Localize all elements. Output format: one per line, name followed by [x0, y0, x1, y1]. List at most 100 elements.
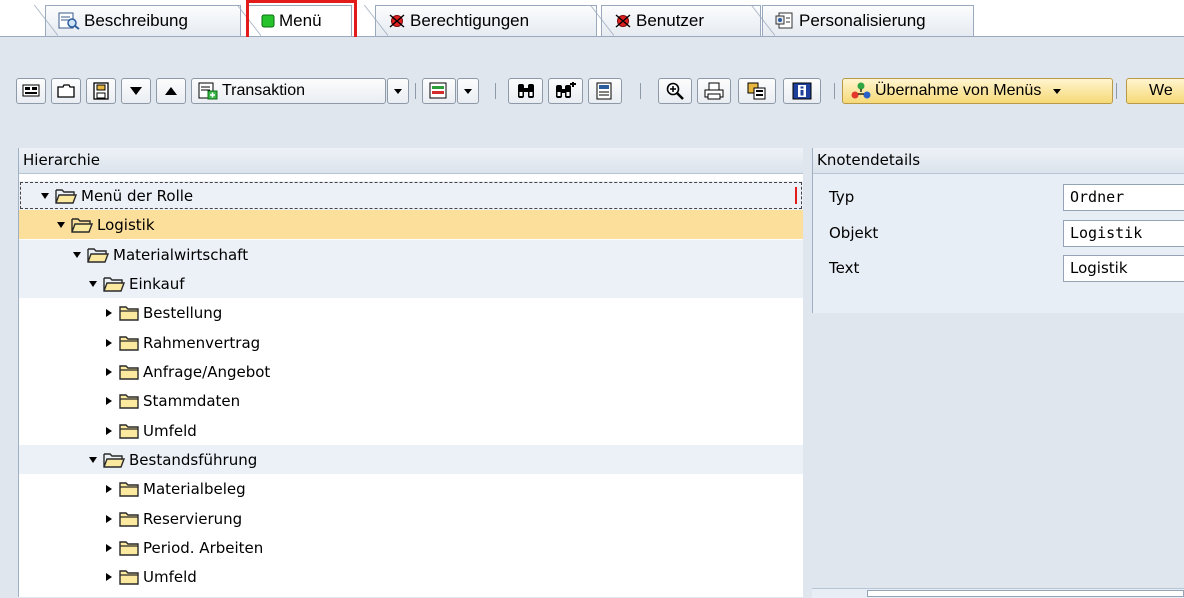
toolbar-separator [834, 83, 835, 99]
tree-node-label: Bestandsführung [129, 450, 258, 469]
new-folder-button[interactable] [51, 78, 81, 104]
folder-icon [119, 423, 139, 439]
text-field[interactable]: Logistik [1063, 255, 1184, 282]
description-icon [58, 12, 80, 30]
tree-node-label: Umfeld [143, 567, 197, 586]
tree-node[interactable]: Umfeld [19, 562, 803, 591]
tree-node-label: Stammdaten [143, 391, 241, 410]
tree-node[interactable]: Bestandsführung [19, 445, 803, 474]
expand-triangle-down-icon[interactable] [85, 280, 101, 287]
zoom-icon [665, 82, 685, 100]
expand-triangle-down-icon[interactable] [53, 221, 69, 228]
tree-node[interactable]: Rahmenvertrag [19, 328, 803, 357]
tree-node[interactable]: Stammdaten [19, 386, 803, 415]
tab-strip: Beschreibung Menü Berechtigungen Benutze… [0, 0, 1184, 37]
collapse-triangle-right-icon[interactable] [101, 338, 117, 347]
tree-node-label: Materialwirtschaft [113, 245, 249, 264]
tab-berechtigungen[interactable]: Berechtigungen [364, 5, 597, 36]
tab-label: Personalisierung [799, 11, 926, 30]
save-icon [92, 82, 110, 100]
documentation-icon [595, 82, 615, 100]
toolbar-separator [640, 83, 641, 99]
local-layout-button[interactable] [738, 78, 776, 104]
personalization-icon [775, 12, 795, 30]
tree-node[interactable]: Umfeld [19, 416, 803, 445]
type-field[interactable]: Ordner [1063, 184, 1184, 211]
tab-label: Beschreibung [84, 11, 188, 30]
toolbar-separator [495, 83, 496, 99]
take-over-menus-button[interactable]: Übernahme von Menüs [842, 78, 1113, 104]
tree-node-label: Logistik [97, 215, 155, 234]
info-icon [792, 82, 812, 100]
arrow-up-icon [164, 86, 178, 96]
tree-node[interactable]: Period. Arbeiten [19, 533, 803, 562]
folder-open-icon [103, 276, 125, 292]
move-up-button[interactable] [156, 78, 186, 104]
transaction-dropdown-button[interactable] [387, 78, 409, 104]
find-next-button[interactable] [548, 78, 583, 104]
binoculars-plus-icon [555, 82, 577, 100]
node-details-panel: Knotendetails Typ Ordner Objekt Logistik… [812, 148, 1184, 313]
collapse-triangle-right-icon[interactable] [101, 572, 117, 581]
tree-node[interactable]: Anfrage/Angebot [19, 357, 803, 386]
tree-node[interactable]: Materialbeleg [19, 474, 803, 503]
folder-icon [119, 540, 139, 556]
zoom-button[interactable] [658, 78, 692, 104]
expand-triangle-down-icon[interactable] [69, 251, 85, 258]
collapse-triangle-right-icon[interactable] [101, 484, 117, 493]
tree-node[interactable]: Menü der Rolle [19, 181, 803, 210]
collapse-triangle-right-icon[interactable] [101, 367, 117, 376]
transaction-label: Transaktion [222, 82, 305, 99]
tree-node[interactable]: Materialwirtschaft [19, 240, 803, 269]
collapse-triangle-right-icon[interactable] [101, 514, 117, 523]
collapse-triangle-right-icon[interactable] [101, 426, 117, 435]
object-field[interactable]: Logistik [1063, 220, 1184, 247]
move-down-button[interactable] [121, 78, 151, 104]
tree-node-label: Bestellung [143, 303, 223, 322]
tab-menue[interactable]: Menü [237, 5, 352, 36]
report-dropdown-button[interactable] [457, 78, 479, 104]
transaction-button[interactable]: Transaktion [191, 78, 386, 104]
display-change-button[interactable] [16, 78, 46, 104]
expand-triangle-down-icon[interactable] [37, 192, 53, 199]
detail-label: Typ [829, 188, 855, 206]
collapse-triangle-right-icon[interactable] [101, 308, 117, 317]
chevron-down-icon [394, 88, 402, 94]
folder-icon [119, 393, 139, 409]
user-status-red-icon [614, 13, 632, 29]
tab-beschreibung[interactable]: Beschreibung [34, 5, 241, 36]
folder-icon [57, 83, 75, 99]
toolbar-separator [1116, 83, 1117, 99]
chevron-down-icon [1053, 88, 1062, 94]
tree-node[interactable]: Logistik [19, 210, 803, 239]
layout-icon [747, 82, 767, 100]
info-button[interactable] [783, 78, 821, 104]
print-button[interactable] [697, 78, 731, 104]
tab-personalisierung[interactable]: Personalisierung [751, 5, 974, 36]
transaction-icon [198, 82, 218, 100]
folder-icon [119, 364, 139, 380]
tab-benutzer[interactable]: Benutzer [590, 5, 761, 36]
tree-node-label: Menü der Rolle [81, 186, 194, 205]
collapse-triangle-right-icon[interactable] [101, 543, 117, 552]
folder-icon [119, 481, 139, 497]
more-button[interactable]: We [1126, 78, 1184, 104]
folder-open-icon [103, 452, 125, 468]
report-icon [429, 82, 449, 100]
binoculars-icon [516, 82, 536, 100]
folder-icon [119, 569, 139, 585]
tree-node[interactable]: Bestellung [19, 298, 803, 327]
find-button[interactable] [508, 78, 543, 104]
collapse-triangle-right-icon[interactable] [101, 396, 117, 405]
documentation-button[interactable] [588, 78, 622, 104]
tree-node[interactable]: Einkauf [19, 269, 803, 298]
details-bottom-field[interactable] [867, 590, 1184, 597]
save-button[interactable] [86, 78, 116, 104]
report-button[interactable] [422, 78, 456, 104]
detail-row-object: Objekt Logistik [813, 218, 1184, 249]
tree-node[interactable]: Reservierung [19, 504, 803, 533]
expand-triangle-down-icon[interactable] [85, 456, 101, 463]
tree-node-label: Reservierung [143, 509, 243, 528]
chevron-down-icon [464, 88, 472, 94]
folder-icon [119, 511, 139, 527]
